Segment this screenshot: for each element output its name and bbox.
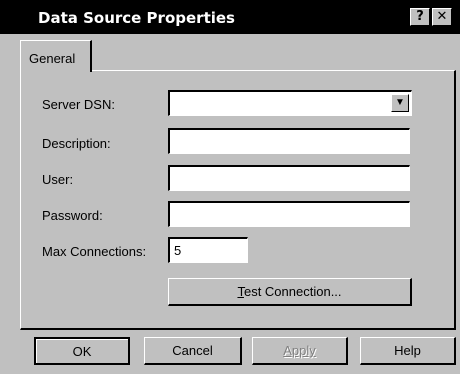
title-bar[interactable]: Data Source Properties ? ✕ bbox=[0, 0, 460, 34]
server-dsn-input[interactable] bbox=[170, 92, 411, 115]
ok-button[interactable]: OK bbox=[34, 337, 130, 365]
cancel-button[interactable]: Cancel bbox=[144, 337, 242, 365]
user-field[interactable] bbox=[168, 165, 410, 191]
password-field[interactable] bbox=[168, 201, 410, 227]
test-connection-button[interactable]: Test Connection... bbox=[168, 278, 412, 306]
password-input[interactable] bbox=[170, 203, 409, 226]
description-input[interactable] bbox=[170, 130, 409, 153]
server-dsn-label: Server DSN: bbox=[42, 97, 115, 112]
tab-general-label: General bbox=[29, 51, 76, 66]
ok-label: OK bbox=[72, 344, 92, 359]
close-icon[interactable]: ✕ bbox=[432, 8, 452, 26]
max-connections-label: Max Connections: bbox=[42, 244, 147, 259]
user-label: User: bbox=[42, 172, 74, 187]
window-title: Data Source Properties bbox=[38, 9, 235, 27]
cancel-label: Cancel bbox=[172, 343, 213, 358]
help-icon[interactable]: ? bbox=[410, 8, 430, 26]
dialog: Data Source Properties ? ✕ General Serve… bbox=[0, 0, 460, 374]
test-connection-label: est Connection... bbox=[243, 284, 342, 299]
user-input[interactable] bbox=[170, 167, 409, 190]
apply-label: Apply bbox=[283, 343, 316, 358]
server-dsn-select[interactable]: ▼ bbox=[168, 90, 412, 116]
description-field[interactable] bbox=[168, 128, 410, 154]
max-connections-input[interactable] bbox=[170, 239, 247, 262]
password-label: Password: bbox=[42, 208, 103, 223]
tab-general[interactable]: General bbox=[20, 40, 92, 72]
help-label: Help bbox=[394, 343, 421, 358]
chevron-down-icon[interactable]: ▼ bbox=[391, 94, 409, 112]
description-label: Description: bbox=[42, 136, 111, 151]
apply-button[interactable]: Apply bbox=[252, 337, 348, 365]
max-connections-field[interactable] bbox=[168, 237, 248, 263]
help-button[interactable]: Help bbox=[360, 337, 456, 365]
